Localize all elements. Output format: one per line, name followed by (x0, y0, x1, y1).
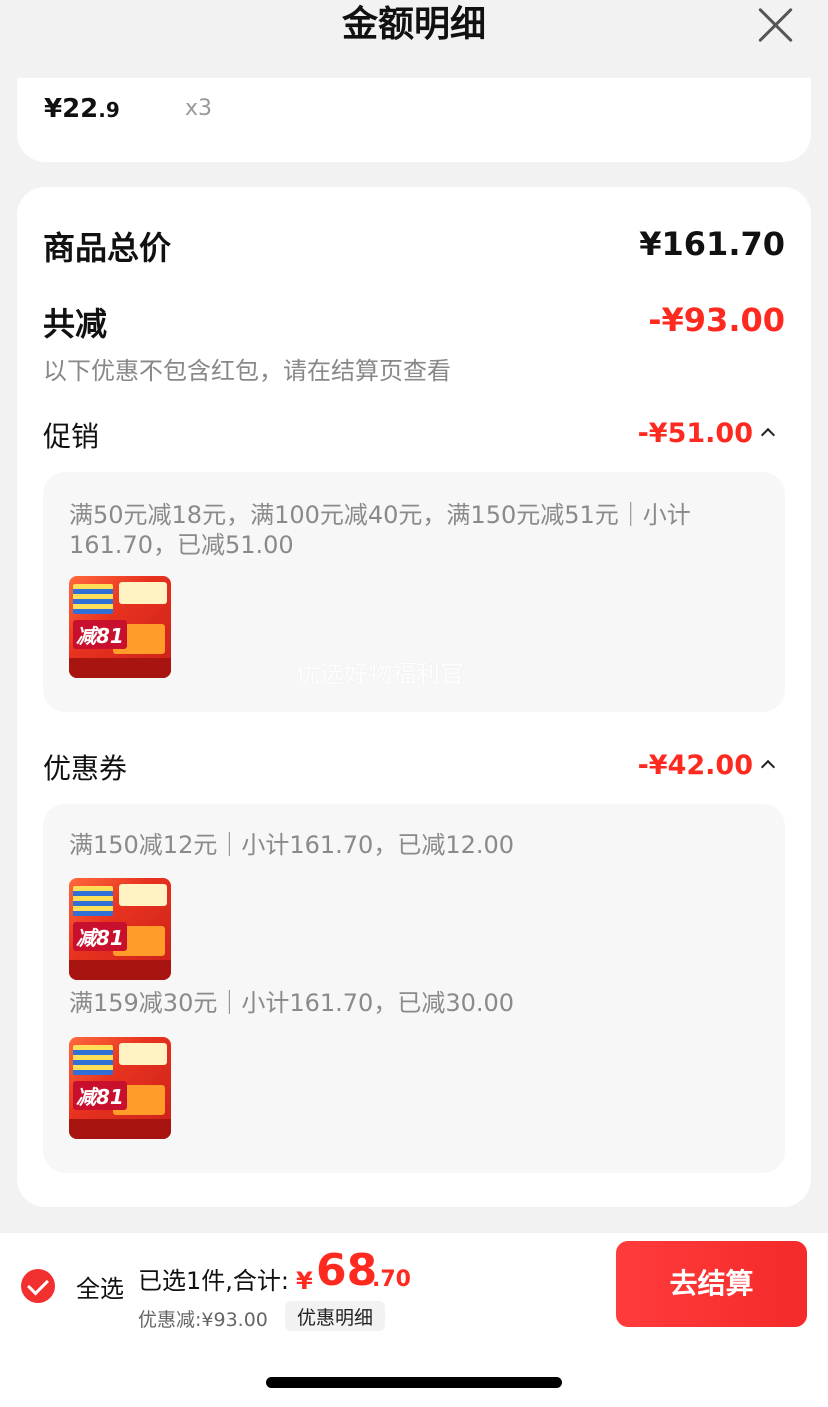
checkout-button[interactable]: 去结算 (616, 1241, 807, 1327)
select-all-label[interactable]: 全选 (76, 1269, 124, 1304)
total-amount-dec: .70 (372, 1267, 411, 1292)
item-quantity: x3 (185, 96, 213, 121)
total-value: ¥161.70 (639, 225, 785, 263)
promo-rule: 满50元减18元，满100元减40元，满150元减51元｜小计161.70，已减… (69, 501, 691, 559)
discount-detail-button[interactable]: 优惠明细 (285, 1301, 386, 1331)
home-bar (0, 1333, 828, 1407)
thumb-badge: 减81 (73, 1081, 127, 1110)
home-indicator[interactable] (266, 1377, 562, 1388)
chevron-up-icon[interactable] (760, 427, 776, 443)
thumb-badge: 减81 (73, 620, 127, 649)
total-currency: ¥ (296, 1267, 313, 1295)
reduce-label: 共减 (43, 305, 108, 343)
thumb-badge: 减81 (73, 922, 127, 951)
product-thumbnail: 减81 (69, 878, 171, 980)
watermark: 优选好物福利官 (296, 660, 464, 688)
amount-detail-card: 商品总价 ¥161.70 共减 -¥93.00 以下优惠不包含红包，请在结算页查… (17, 187, 811, 1207)
promo-value[interactable]: -¥51.00 (638, 418, 753, 449)
item-price-dec: .9 (98, 98, 120, 122)
coupon-rule: 满159减30元｜小计161.70，已减30.00 (69, 989, 515, 1017)
discount-note: 以下优惠不包含红包，请在结算页查看 (43, 357, 451, 385)
discount-summary: 优惠减:¥93.00 (138, 1309, 268, 1331)
coupon-value[interactable]: -¥42.00 (638, 750, 753, 781)
chevron-up-icon[interactable] (760, 759, 776, 775)
checkout-bar: 全选 已选1件,合计: ¥ 68 .70 优惠减:¥93.00 优惠明细 去结算 (0, 1233, 828, 1333)
header: 金额明细 (0, 0, 828, 78)
item-price: ¥22.9 (44, 94, 120, 124)
coupon-detail-box: 满150减12元｜小计161.70，已减12.00 减81 满159减30元｜小… (43, 804, 785, 1173)
promo-label[interactable]: 促销 (43, 415, 99, 455)
product-thumbnail: 减81 (69, 1037, 171, 1139)
page-title: 金额明细 (341, 4, 486, 45)
selected-summary: 已选1件,合计: (138, 1267, 289, 1295)
coupon-rule: 满150减12元｜小计161.70，已减12.00 (69, 831, 515, 859)
coupon-label[interactable]: 优惠券 (43, 747, 127, 787)
item-price-int: ¥22 (44, 94, 99, 124)
product-thumbnail: 减81 (69, 576, 171, 678)
close-icon[interactable] (756, 6, 794, 44)
total-amount-int: 68 (316, 1245, 378, 1296)
checkbox-checked-icon[interactable] (21, 1269, 55, 1303)
reduce-value: -¥93.00 (648, 301, 785, 339)
total-label: 商品总价 (43, 229, 172, 267)
